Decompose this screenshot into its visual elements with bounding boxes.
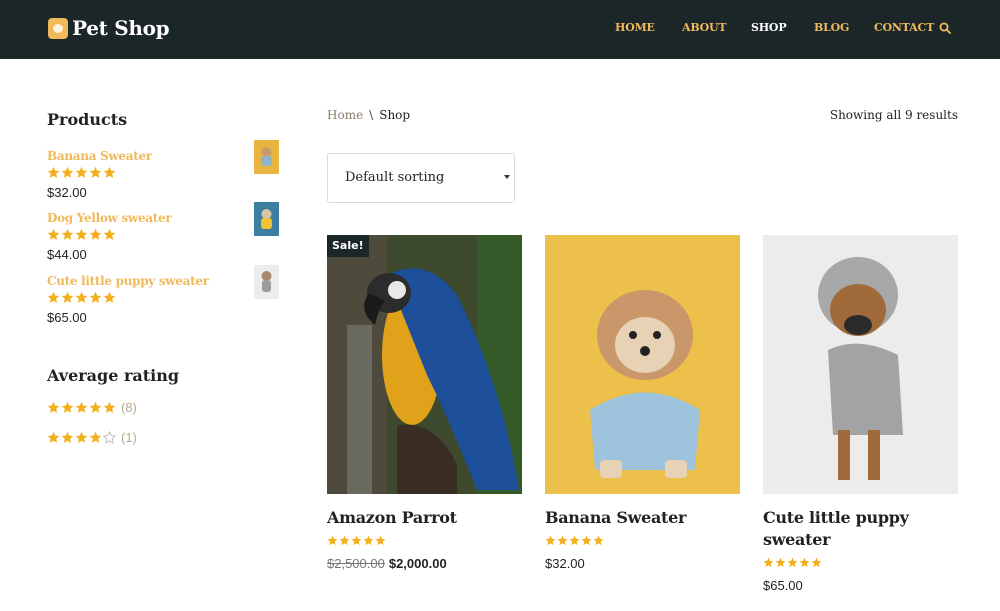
star-filled-icon xyxy=(811,557,822,568)
rating-stars xyxy=(47,431,116,444)
nav-home[interactable]: HOME xyxy=(615,21,655,34)
star-filled-icon xyxy=(75,431,88,443)
banana-sweater-thumbnail[interactable] xyxy=(254,140,279,174)
nav-contact[interactable]: CONTACT xyxy=(874,21,934,34)
sorting-selected-value: Default sorting xyxy=(345,170,445,185)
product-price: $65.00 xyxy=(763,578,803,593)
rating-stars xyxy=(47,401,116,414)
rating-count: (1) xyxy=(121,430,137,445)
star-filled-icon xyxy=(61,228,74,240)
product-price: $32.00 xyxy=(545,556,585,571)
breadcrumb-home[interactable]: Home xyxy=(327,108,363,122)
star-filled-icon xyxy=(581,535,592,546)
star-filled-icon xyxy=(103,401,116,413)
star-filled-icon xyxy=(75,401,88,413)
product-rating xyxy=(545,535,604,546)
star-filled-icon xyxy=(569,535,580,546)
regular-price: $32.00 xyxy=(545,556,585,571)
dog-yellow-sweater-thumbnail[interactable] xyxy=(254,202,279,236)
rating-filter-4[interactable]: (1) xyxy=(47,430,137,445)
sidebar-product-rating xyxy=(47,166,116,179)
products-widget-title: Products xyxy=(47,110,128,129)
sale-price: $2,000.00 xyxy=(388,556,447,571)
star-filled-icon xyxy=(103,166,116,178)
star-filled-icon xyxy=(103,228,116,240)
sorting-select[interactable]: Default sorting xyxy=(327,153,515,203)
sidebar-product-name[interactable]: Cute little puppy sweater xyxy=(47,274,209,288)
star-filled-icon xyxy=(47,228,60,240)
star-filled-icon xyxy=(89,291,102,303)
result-count: Showing all 9 results xyxy=(829,108,958,122)
sidebar-product-rating xyxy=(47,291,116,304)
breadcrumb-current: Shop xyxy=(379,108,411,122)
rating-filter-5[interactable]: (8) xyxy=(47,400,137,415)
star-filled-icon xyxy=(75,291,88,303)
star-filled-icon xyxy=(787,557,798,568)
star-filled-icon xyxy=(363,535,374,546)
product-rating xyxy=(327,535,386,546)
star-filled-icon xyxy=(61,166,74,178)
star-filled-icon xyxy=(557,535,568,546)
star-filled-icon xyxy=(351,535,362,546)
breadcrumb-separator: \ xyxy=(369,108,374,122)
star-filled-icon xyxy=(75,166,88,178)
product-title[interactable]: Cute little puppy sweater xyxy=(763,507,958,551)
star-filled-icon xyxy=(799,557,810,568)
nav-blog[interactable]: BLOG xyxy=(814,21,849,34)
original-price: $2,500.00 xyxy=(327,556,385,571)
nav-shop[interactable]: SHOP xyxy=(751,21,787,34)
star-filled-icon xyxy=(89,431,102,443)
nav-about[interactable]: ABOUT xyxy=(682,21,727,34)
star-filled-icon xyxy=(89,166,102,178)
star-filled-icon xyxy=(545,535,556,546)
average-rating-title: Average rating xyxy=(47,366,180,385)
star-filled-icon xyxy=(47,166,60,178)
product-price: $2,500.00 $2,000.00 xyxy=(327,556,447,571)
star-filled-icon xyxy=(339,535,350,546)
star-filled-icon xyxy=(89,401,102,413)
star-filled-icon xyxy=(47,431,60,443)
star-filled-icon xyxy=(763,557,774,568)
sidebar-product-rating xyxy=(47,228,116,241)
puppy-sweater-product-image[interactable] xyxy=(763,235,958,494)
star-filled-icon xyxy=(593,535,604,546)
sidebar-product: Dog Yellow sweater $44.00 xyxy=(47,202,279,267)
sale-badge: Sale! xyxy=(327,235,369,257)
sidebar-product-price: $32.00 xyxy=(47,185,87,200)
regular-price: $65.00 xyxy=(763,578,803,593)
star-filled-icon xyxy=(775,557,786,568)
product-title[interactable]: Banana Sweater xyxy=(545,507,740,529)
sidebar-product-price: $65.00 xyxy=(47,310,87,325)
sidebar-product-name[interactable]: Dog Yellow sweater xyxy=(47,211,172,225)
puppy-sweater-thumbnail[interactable] xyxy=(254,265,279,299)
star-filled-icon xyxy=(327,535,338,546)
star-filled-icon xyxy=(375,535,386,546)
sidebar-product-price: $44.00 xyxy=(47,247,87,262)
star-filled-icon xyxy=(47,291,60,303)
breadcrumb: Home \ Shop xyxy=(327,108,410,122)
site-header: Pet Shop HOME ABOUT SHOP BLOG CONTACT xyxy=(0,0,1000,59)
star-empty-icon xyxy=(103,431,116,444)
sidebar-product: Banana Sweater $32.00 xyxy=(47,140,279,205)
rating-count: (8) xyxy=(121,400,137,415)
star-filled-icon xyxy=(61,291,74,303)
star-filled-icon xyxy=(47,401,60,413)
main-nav: HOME ABOUT SHOP BLOG CONTACT xyxy=(0,21,1000,37)
search-icon[interactable] xyxy=(939,22,951,34)
sidebar-product-name[interactable]: Banana Sweater xyxy=(47,149,152,163)
product-rating xyxy=(763,557,822,568)
star-filled-icon xyxy=(75,228,88,240)
banana-sweater-product-image[interactable] xyxy=(545,235,740,494)
chevron-down-icon xyxy=(504,175,510,179)
parrot-product-image[interactable] xyxy=(327,235,522,494)
star-filled-icon xyxy=(61,431,74,443)
star-filled-icon xyxy=(61,401,74,413)
star-filled-icon xyxy=(89,228,102,240)
star-filled-icon xyxy=(103,291,116,303)
sidebar-product: Cute little puppy sweater $65.00 xyxy=(47,265,279,330)
product-title[interactable]: Amazon Parrot xyxy=(327,507,522,529)
